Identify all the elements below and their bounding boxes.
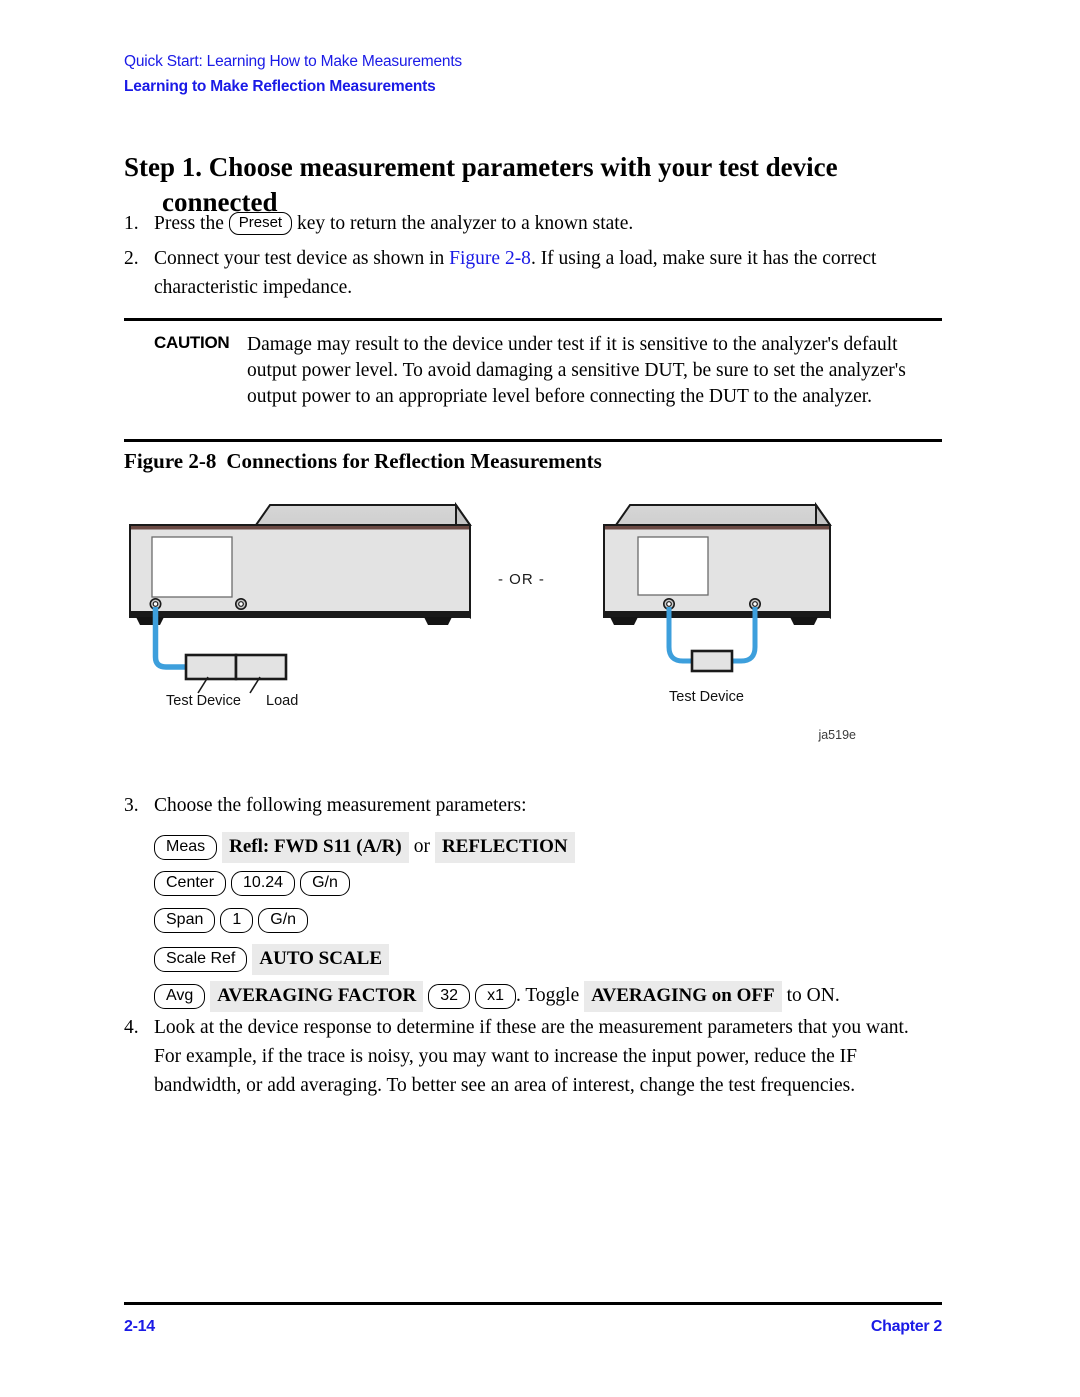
running-head-text: Quick Start: Learning How to Make Measur… xyxy=(124,53,462,70)
test-device-box xyxy=(184,653,238,681)
analyzer-foot-right xyxy=(424,617,452,625)
analyzer-port-2 xyxy=(235,598,248,611)
toggle-instruction-text: . Toggle xyxy=(515,985,580,1006)
analyzer2-top-panel xyxy=(614,504,832,526)
center-value-key[interactable]: 10.24 xyxy=(231,871,296,896)
label-load: Load xyxy=(266,693,299,709)
analyzer-top-panel xyxy=(254,504,472,526)
item1-text-after: key to return the analyzer to a known st… xyxy=(296,213,634,234)
load-box xyxy=(234,653,288,681)
caution-note: CAUTION Damage may result to the device … xyxy=(124,318,942,442)
preset-key[interactable]: Preset xyxy=(228,212,293,235)
section-title: Learning to Make Reflection Measurements xyxy=(124,78,436,95)
label-test-device-left: Test Device xyxy=(166,693,241,709)
analyzer2-display-screen xyxy=(637,536,709,596)
list-item: 4. Look at the device response to determ… xyxy=(124,1013,940,1100)
scale-ref-key[interactable]: Scale Ref xyxy=(154,947,248,972)
page-number: 2-14 xyxy=(124,1318,155,1335)
analyzer-bottom-strip xyxy=(130,611,470,617)
span-unit-key[interactable]: G/n xyxy=(258,908,309,933)
figure-id-label: ja519e xyxy=(818,728,856,742)
span-key[interactable]: Span xyxy=(154,908,216,933)
list-item: 2. Connect your test device as shown in … xyxy=(124,244,936,302)
caution-inner: CAUTION Damage may result to the device … xyxy=(124,321,942,439)
key-sequence-span: Span 1 G/n xyxy=(154,907,309,933)
item1-text-before: Press the xyxy=(154,213,224,234)
meas-key[interactable]: Meas xyxy=(154,835,218,860)
item2-text-before: Connect your test device as shown in xyxy=(154,248,445,269)
avg-unit-key[interactable]: x1 xyxy=(475,984,516,1009)
analyzer2-bottom-strip xyxy=(604,611,830,617)
page-title-line1: Step 1. Choose measurement parameters wi… xyxy=(124,152,838,183)
key-sequence-avg: Avg AVERAGING FACTOR 32 x1. Toggle AVERAGING… xyxy=(154,981,840,1012)
analyzer-display-screen xyxy=(151,536,233,598)
chapter-label: Chapter 2 xyxy=(870,1318,942,1335)
list-item-number: 3. xyxy=(124,795,139,816)
softkey-reflection[interactable]: REFLECTION xyxy=(434,832,575,863)
or-conjunction: or xyxy=(413,836,430,857)
list-item-body: Press the Preset key to return the analy… xyxy=(154,209,924,238)
center-unit-key[interactable]: G/n xyxy=(300,871,350,896)
key-sequence-scale-ref: Scale Ref AUTO SCALE xyxy=(154,944,390,975)
softkey-refl-fwd-s11[interactable]: Refl: FWD S11 (A/R) xyxy=(222,832,409,863)
analyzer2-trim-line xyxy=(605,526,829,530)
list-item-body: Choose the following measurement paramet… xyxy=(154,795,527,816)
figure-caption-number: Figure 2-8 xyxy=(124,449,217,473)
softkey-auto-scale[interactable]: AUTO SCALE xyxy=(252,944,390,975)
figure-caption: Figure 2-8 Connections for Reflection Mea… xyxy=(124,449,602,474)
list-item-body: Connect your test device as shown in Fig… xyxy=(154,244,936,302)
right-analyzer xyxy=(603,501,832,673)
list-item-number: 2. xyxy=(124,248,139,269)
connections-diagram xyxy=(129,501,832,694)
caution-text: Damage may result to the device under te… xyxy=(247,334,906,407)
key-sequence-meas: Meas Refl: FWD S11 (A/R) or REFLECTION xyxy=(154,832,575,863)
analyzer-trim-line xyxy=(131,526,469,530)
figure-caption-title: Connections for Reflection Measurements xyxy=(226,449,602,473)
center-key[interactable]: Center xyxy=(154,871,227,896)
running-header: Quick Start: Learning How to Make Measur… xyxy=(124,52,944,98)
caution-label: CAUTION xyxy=(154,333,230,352)
analyzer2-foot-left xyxy=(610,617,638,625)
softkey-averaging-factor[interactable]: AVERAGING FACTOR xyxy=(210,981,424,1012)
list-item: 3. Choose the following measurement para… xyxy=(124,791,824,820)
test-device-box-2 xyxy=(690,649,734,673)
document-page: Quick Start: Learning How to Make Measur… xyxy=(0,0,1080,1397)
avg-key[interactable]: Avg xyxy=(154,984,206,1009)
or-separator-label: - OR - xyxy=(498,571,545,588)
footer-rule xyxy=(124,1302,942,1305)
figure-2-8-image: - OR - Test Device Load Test Device ja51… xyxy=(124,497,944,762)
list-item-number: 4. xyxy=(124,1017,139,1038)
span-value-key[interactable]: 1 xyxy=(220,908,254,933)
list-item-body: Look at the device response to determine… xyxy=(154,1017,909,1096)
caution-rule-bottom xyxy=(124,439,942,442)
list-item: 1. Press the Preset key to return the an… xyxy=(124,209,924,238)
to-on-text: to ON. xyxy=(786,985,840,1006)
figure-2-8-link[interactable]: Figure 2-8 xyxy=(449,248,531,269)
label-test-device-right: Test Device xyxy=(669,689,744,705)
analyzer2-foot-right xyxy=(790,617,818,625)
avg-value-key[interactable]: 32 xyxy=(428,984,471,1009)
list-item-number: 1. xyxy=(124,213,139,234)
left-analyzer xyxy=(129,501,472,694)
key-sequence-center: Center 10.24 G/n xyxy=(154,870,350,896)
softkey-averaging-on-off[interactable]: AVERAGING on OFF xyxy=(584,981,782,1012)
analyzer-foot-left xyxy=(136,617,164,625)
